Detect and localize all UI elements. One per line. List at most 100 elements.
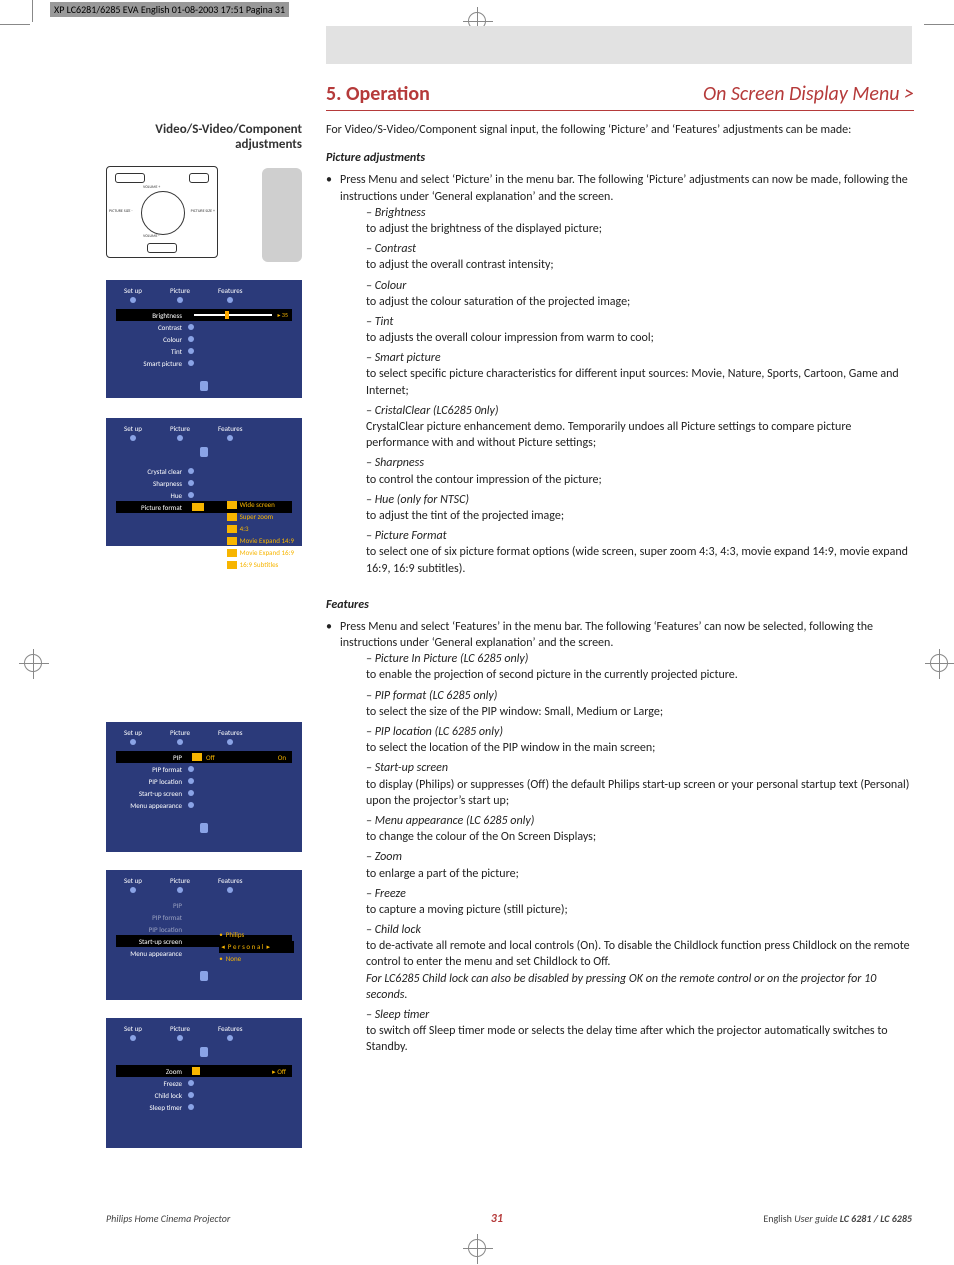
osd-option: 16:9 Subtitles: [227, 559, 294, 571]
osd-row-selected: Zoom ▸ Off: [116, 1065, 292, 1077]
osd-row: Freeze: [116, 1077, 292, 1089]
definition-desc: to adjust the tint of the projected imag…: [366, 508, 912, 524]
dot-icon: [188, 766, 194, 772]
definition-desc: to adjust the brightness of the displaye…: [366, 221, 912, 237]
dot-icon: [188, 1092, 194, 1098]
osd-label: PIP location: [116, 925, 188, 934]
label-volume-plus: VOLUME +: [143, 185, 160, 190]
source-button-icon: [147, 243, 177, 253]
osd-row: Smart picture: [116, 357, 292, 369]
osd-row: Crystal clear: [116, 465, 292, 477]
osd-row: PIP location: [116, 775, 292, 787]
osd-label: Child lock: [116, 1091, 188, 1100]
definition-term: Colour: [366, 279, 406, 293]
osd-row: Colour: [116, 333, 292, 345]
osd-label: PIP format: [116, 765, 188, 774]
osd-option: 4:3: [227, 523, 294, 535]
definition-term: Sleep timer: [366, 1008, 429, 1022]
osd-tab: Picture: [170, 286, 190, 295]
bullet-lead: Press Menu and select ‘Features’ in the …: [340, 619, 912, 1056]
lock-icon: [200, 381, 208, 391]
osd-tab: Picture: [170, 876, 190, 885]
osd-figure-zoom: Set up Picture Features Zoom ▸ Off Freez…: [106, 1018, 302, 1148]
registration-mark-icon: [930, 654, 948, 672]
section-heading-picture: Picture adjustments: [326, 150, 912, 166]
menu-button-icon: MENU: [115, 173, 145, 183]
crop-mark-icon: [0, 24, 30, 25]
osd-label: Freeze: [116, 1079, 188, 1088]
osd-option-selected: ◂P e r s o n a l▸: [219, 941, 294, 953]
osd-label: Picture format: [116, 503, 188, 512]
osd-label: PIP: [116, 753, 188, 762]
format-icon: [227, 549, 237, 557]
osd-row: PIP: [116, 899, 292, 911]
footer-left: Philips Home Cinema Projector: [106, 1212, 230, 1226]
osd-tab: Features: [218, 286, 242, 295]
label-picsize-plus: PICTURE SIZE +: [191, 209, 215, 214]
osd-label: Tint: [116, 347, 188, 356]
dot-icon: [177, 435, 183, 441]
osd-value: Off: [206, 753, 215, 762]
osd-figure-brightness: Set up Picture Features Brightness ▸ 35 …: [106, 280, 302, 398]
osd-tab: Features: [218, 876, 242, 885]
prepress-header: XP LC6281/6285 EVA English 01-08-2003 17…: [50, 2, 289, 17]
format-icon: [192, 503, 204, 511]
osd-tabs: Set up Picture Features: [106, 870, 302, 895]
osd-figure-pip: Set up Picture Features PIP Off On PIP f…: [106, 722, 302, 852]
osd-row: Contrast: [116, 321, 292, 333]
osd-figure-startup: Set up Picture Features PIP PIP format P…: [106, 870, 302, 1000]
definition-item: Start-up screento display (Philips) or s…: [366, 760, 912, 809]
osd-tabs: Set up Picture Features: [106, 418, 302, 443]
chapter-number: 5. Operation: [326, 82, 430, 106]
osd-option-list: • Philips ◂P e r s o n a l▸ • None: [219, 929, 294, 965]
definition-item: CristalClear (LC6285 0nly)CrystalClear p…: [366, 403, 912, 452]
definition-item: Brightnessto adjust the brightness of th…: [366, 205, 912, 237]
definition-term: Brightness: [366, 206, 426, 220]
osd-tab: Set up: [124, 286, 142, 295]
osd-tabs: Set up Picture Features: [106, 722, 302, 747]
osd-option: • None: [219, 953, 294, 965]
osd-option: Movie Expand 14:9: [227, 535, 294, 547]
osd-label: Start-up screen: [116, 789, 188, 798]
chapter-heading: 5. Operation On Screen Display Menu >: [326, 82, 914, 111]
definition-term: Smart picture: [366, 351, 441, 365]
format-icon: [227, 525, 237, 533]
osd-tabs: Set up Picture Features: [106, 1018, 302, 1043]
lock-icon: [200, 447, 208, 457]
dot-icon: [188, 360, 194, 366]
lock-icon: [200, 971, 208, 981]
definition-item: PIP location (LC 6285 only)to select the…: [366, 724, 912, 756]
definition-item: PIP format (LC 6285 only)to select the s…: [366, 688, 912, 720]
osd-label: Menu appearance: [116, 801, 188, 810]
osd-tab: Picture: [170, 424, 190, 433]
definition-desc: to adjust the overall contrast intensity…: [366, 257, 912, 273]
osd-label: Menu appearance: [116, 949, 188, 958]
definition-item: Contrastto adjust the overall contrast i…: [366, 241, 912, 273]
definition-term: PIP format (LC 6285 only): [366, 689, 497, 703]
lock-icon: [200, 823, 208, 833]
definition-term: Contrast: [366, 242, 416, 256]
osd-row: Child lock: [116, 1089, 292, 1101]
dot-icon: [188, 480, 194, 486]
osd-tab: Features: [218, 424, 242, 433]
definition-item: Picture Formatto select one of six pictu…: [366, 528, 912, 577]
chapter-title: On Screen Display Menu >: [703, 82, 914, 106]
definition-item: Freezeto capture a moving picture (still…: [366, 886, 912, 918]
definition-extra: For LC6285 Child lock can also be disabl…: [366, 972, 876, 1002]
osd-label: Start-up screen: [116, 937, 188, 946]
definition-desc: to select one of six picture format opti…: [366, 544, 912, 576]
definition-desc: to switch off Sleep timer mode or select…: [366, 1023, 912, 1055]
osd-tab: Features: [218, 1024, 242, 1033]
section-heading-features: Features: [326, 597, 912, 613]
definition-term: Zoom: [366, 850, 402, 864]
definition-item: Colourto adjust the colour saturation of…: [366, 278, 912, 310]
header-bar: [326, 26, 912, 64]
page: 5. Operation On Screen Display Menu > Vi…: [36, 26, 926, 1246]
dot-icon: [188, 1104, 194, 1110]
dot-icon: [177, 297, 183, 303]
definition-term: Picture In Picture (LC 6285 only): [366, 652, 528, 666]
osd-row: Menu appearance: [116, 799, 292, 811]
definition-desc: to enlarge a part of the picture;: [366, 866, 912, 882]
nav-pad-icon: [141, 191, 185, 235]
dot-icon: [188, 492, 194, 498]
